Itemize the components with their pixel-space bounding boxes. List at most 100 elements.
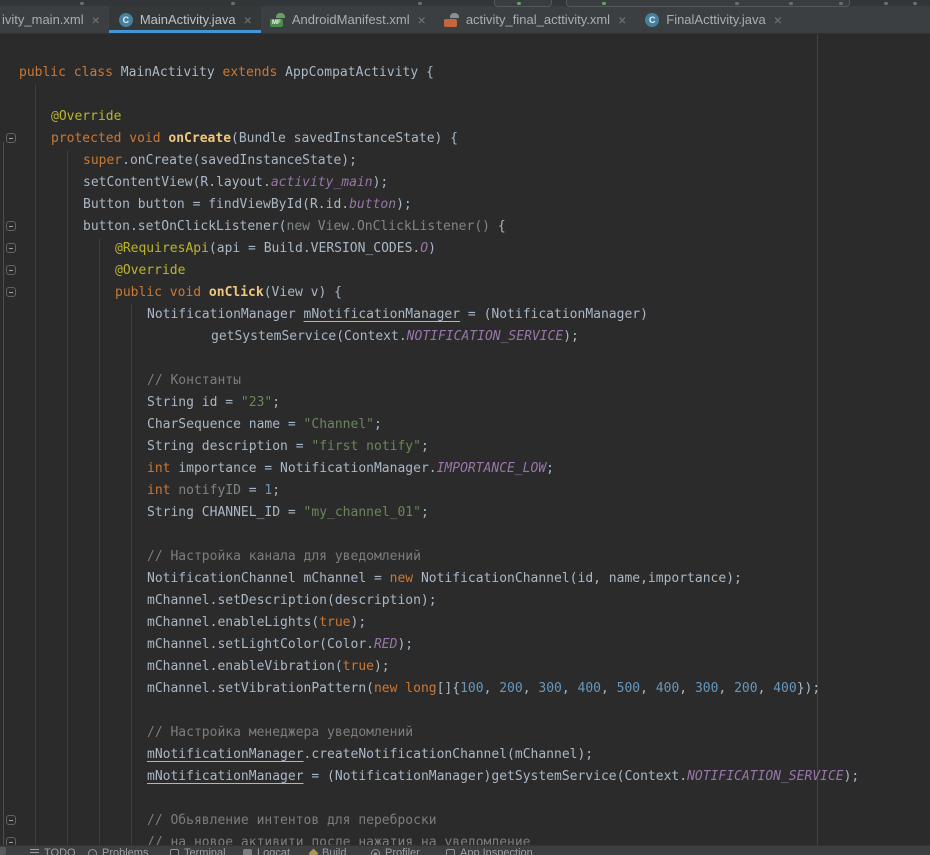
code-line[interactable]: String description = "first notify"; — [0, 436, 930, 458]
run-icon[interactable] — [517, 2, 521, 5]
code-text: int importance = NotificationManager.IMP… — [147, 458, 554, 480]
code-line[interactable]: // Настройка канала для уведомлений — [0, 546, 930, 568]
code-line[interactable]: mChannel.setDescription(description); — [0, 590, 930, 612]
code-text: // Настройка менеджера уведомлений — [147, 722, 413, 744]
code-text: @Override — [115, 260, 185, 282]
code-text: mNotificationManager = (NotificationMana… — [147, 766, 859, 788]
fold-icon[interactable] — [6, 221, 16, 231]
code-line[interactable]: String CHANNEL_ID = "my_channel_01"; — [0, 502, 930, 524]
code-line[interactable]: int notifyID = 1; — [0, 480, 930, 502]
code-editor[interactable]: public class MainActivity extends AppCom… — [0, 34, 930, 845]
toolwindow-label: Problems — [102, 847, 148, 855]
code-line[interactable]: // Настройка менеджера уведомлений — [0, 722, 930, 744]
code-line[interactable]: mNotificationManager.createNotificationC… — [0, 744, 930, 766]
toolwindow-button-profiler[interactable]: Profiler — [371, 847, 420, 855]
code-line[interactable] — [0, 524, 930, 546]
code-line[interactable]: public void onClick(View v) { — [0, 282, 930, 304]
code-text: button.setOnClickListener(new View.OnCli… — [83, 216, 506, 238]
code-text: // Константы — [147, 370, 241, 392]
code-line[interactable]: String id = "23"; — [0, 392, 930, 414]
code-line[interactable]: int importance = NotificationManager.IMP… — [0, 458, 930, 480]
toolbar-icon[interactable] — [735, 2, 739, 5]
toolbar-icon[interactable] — [789, 2, 793, 5]
code-text: // на новое активити после нажатия на ув… — [147, 832, 531, 845]
code-line[interactable]: // на новое активити после нажатия на ув… — [0, 832, 930, 845]
problems-icon — [88, 849, 97, 855]
toolbar-icon[interactable] — [231, 2, 235, 5]
tab-label: FinalActtivity.java — [666, 12, 765, 27]
code-text: setContentView(R.layout.activity_main); — [83, 172, 388, 194]
code-line[interactable]: getSystemService(Context.NOTIFICATION_SE… — [0, 326, 930, 348]
toolbar-icon[interactable] — [839, 2, 843, 5]
close-icon[interactable]: × — [418, 13, 426, 27]
code-line[interactable] — [0, 788, 930, 810]
toolwindow-button-problems[interactable]: Problems — [88, 847, 148, 855]
code-area[interactable]: public class MainActivity extends AppCom… — [0, 40, 930, 845]
code-line[interactable]: CharSequence name = "Channel"; — [0, 414, 930, 436]
fold-icon[interactable] — [6, 287, 16, 297]
toolbar-icon[interactable] — [418, 2, 422, 5]
code-line[interactable]: mChannel.enableVibration(true); — [0, 656, 930, 678]
close-icon[interactable]: × — [618, 13, 626, 27]
toolwindow-button-app-inspection[interactable]: App Inspection — [446, 847, 533, 855]
code-line[interactable]: @Override — [0, 106, 930, 128]
toolbar-icon[interactable] — [884, 2, 888, 5]
toolwindow-button-build[interactable]: Build — [310, 847, 346, 855]
code-line[interactable]: button.setOnClickListener(new View.OnCli… — [0, 216, 930, 238]
code-text: public class MainActivity extends AppCom… — [19, 62, 434, 84]
code-line[interactable]: // Обьявление интентов для переброски — [0, 810, 930, 832]
code-line[interactable] — [0, 348, 930, 370]
code-line[interactable] — [0, 40, 930, 62]
code-line[interactable]: NotificationChannel mChannel = new Notif… — [0, 568, 930, 590]
close-icon[interactable]: × — [92, 13, 100, 27]
fold-icon[interactable] — [6, 133, 16, 143]
run-config-widget[interactable] — [494, 0, 552, 7]
code-text: getSystemService(Context.NOTIFICATION_SE… — [211, 326, 579, 348]
editor-tab-MainActivity.java[interactable]: CMainActivity.java× — [109, 6, 261, 33]
toolwindow-button-terminal[interactable]: Terminal — [170, 847, 226, 855]
toolwindow-button-todo[interactable]: TODO — [30, 847, 76, 855]
toolwindow-label: TODO — [44, 847, 76, 855]
toolbar-icon[interactable] — [913, 2, 917, 5]
editor-tab-AndroidManifest.xml[interactable]: MFAndroidManifest.xml× — [261, 6, 435, 33]
code-line[interactable]: NotificationManager mNotificationManager… — [0, 304, 930, 326]
code-line[interactable]: mChannel.setLightColor(Color.RED); — [0, 634, 930, 656]
code-text: CharSequence name = "Channel"; — [147, 414, 382, 436]
code-line[interactable] — [0, 84, 930, 106]
tab-label: ivity_main.xml — [2, 12, 84, 27]
code-line[interactable] — [0, 700, 930, 722]
logcat-icon — [243, 849, 252, 855]
code-line[interactable]: protected void onCreate(Bundle savedInst… — [0, 128, 930, 150]
toolbar-icon[interactable] — [80, 2, 84, 5]
todo-icon — [30, 849, 39, 855]
close-icon[interactable]: × — [244, 13, 252, 27]
fold-icon[interactable] — [6, 243, 16, 253]
close-icon[interactable]: × — [774, 13, 782, 27]
device-selector-widget[interactable] — [566, 0, 850, 7]
editor-tab-ivity_main.xml[interactable]: ivity_main.xml × — [0, 6, 109, 33]
run-icon[interactable] — [602, 2, 606, 5]
code-line[interactable]: @Override — [0, 260, 930, 282]
tab-label: activity_final_acttivity.xml — [466, 12, 610, 27]
code-line[interactable]: Button button = findViewById(R.id.button… — [0, 194, 930, 216]
code-line[interactable]: // Константы — [0, 370, 930, 392]
toolwindow-label: Logcat — [257, 847, 290, 855]
code-line[interactable]: public class MainActivity extends AppCom… — [0, 62, 930, 84]
layout-xml-file-icon — [444, 12, 460, 28]
fold-icon[interactable] — [6, 265, 16, 275]
editor-tab-FinalActtivity.java[interactable]: CFinalActtivity.java× — [635, 6, 791, 33]
code-line[interactable]: mChannel.setVibrationPattern(new long[]{… — [0, 678, 930, 700]
code-line[interactable]: super.onCreate(savedInstanceState); — [0, 150, 930, 172]
code-line[interactable]: mChannel.enableLights(true); — [0, 612, 930, 634]
fold-icon[interactable] — [6, 837, 16, 845]
code-text: @Override — [51, 106, 121, 128]
editor-tab-activity_final_acttivity.xml[interactable]: activity_final_acttivity.xml × — [435, 6, 635, 33]
code-line[interactable]: setContentView(R.layout.activity_main); — [0, 172, 930, 194]
code-line[interactable]: @RequiresApi(api = Build.VERSION_CODES.O… — [0, 238, 930, 260]
code-text: mChannel.enableVibration(true); — [147, 656, 390, 678]
fold-icon[interactable] — [6, 815, 16, 825]
window-icon[interactable] — [0, 847, 6, 855]
code-line[interactable]: mNotificationManager = (NotificationMana… — [0, 766, 930, 788]
toolwindow-button-logcat[interactable]: Logcat — [243, 847, 290, 855]
tab-bar: ivity_main.xml×CMainActivity.java×MFAndr… — [0, 6, 930, 34]
